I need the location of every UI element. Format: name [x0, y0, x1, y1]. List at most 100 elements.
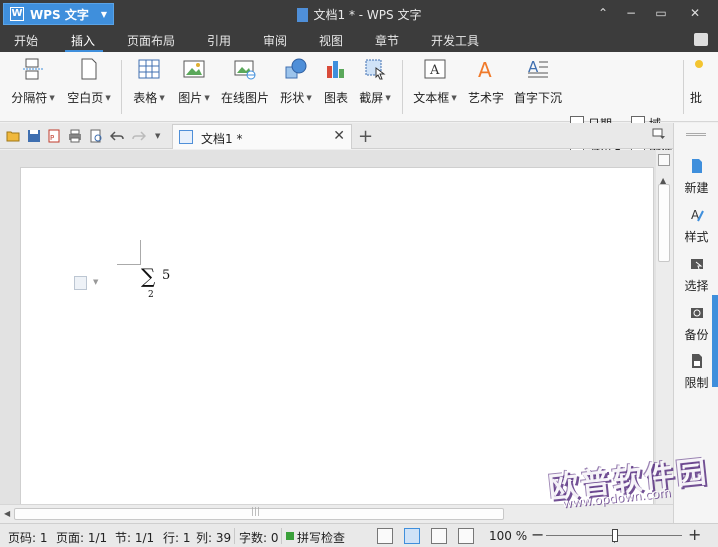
margin-corner-mark [140, 240, 141, 265]
ribbon-separator [402, 60, 403, 114]
pane-handle-icon[interactable] [686, 133, 706, 136]
screenshot-button[interactable]: 截屏 ▼ [356, 58, 394, 116]
restore-icon: ▭ [655, 6, 667, 20]
task-pane-collapse-handle[interactable] [712, 295, 718, 387]
print-preview-icon[interactable] [89, 129, 103, 143]
save-icon[interactable] [27, 129, 41, 143]
status-page-code[interactable]: 页码: 1 [8, 529, 48, 546]
tab-review[interactable]: 审阅 [263, 32, 287, 49]
zoom-level[interactable]: 100 % [489, 529, 527, 543]
style-icon: A [691, 208, 704, 222]
shape-label: 形状 [280, 91, 305, 105]
vertical-scroll-thumb[interactable] [658, 184, 670, 262]
textbox-label: 文本框 [413, 91, 450, 105]
taskpane-item-style[interactable]: A 样式 [674, 207, 718, 245]
chart-icon [327, 61, 344, 78]
status-page[interactable]: 页面: 1/1 [56, 529, 107, 546]
online-picture-label: 在线图片 [220, 91, 269, 105]
tab-list-icon[interactable] [652, 128, 666, 140]
page-break-icon [23, 58, 43, 80]
tab-view[interactable]: 视图 [319, 32, 343, 49]
export-pdf-icon[interactable]: P [47, 129, 61, 143]
online-picture-button[interactable]: 在线图片 [220, 58, 270, 116]
page-view-icon[interactable] [404, 528, 420, 544]
tab-references[interactable]: 引用 [207, 32, 231, 49]
backup-icon [690, 308, 703, 318]
tab-chapter[interactable]: 章节 [375, 32, 399, 49]
page-break-label: 分隔符 [11, 91, 48, 105]
status-row[interactable]: 行: 1 [163, 529, 191, 546]
grip-icon: ||| [251, 507, 261, 517]
tab-insert[interactable]: 插入 [71, 32, 95, 49]
minimize-button[interactable]: − [620, 4, 642, 22]
table-icon [138, 59, 160, 79]
restore-button[interactable]: ▭ [650, 4, 672, 22]
blank-page-label: 空白页 [67, 91, 104, 105]
taskpane-item-select[interactable]: 选择 [674, 256, 718, 294]
status-column[interactable]: 列: 39 [196, 529, 231, 546]
outline-view-icon[interactable] [431, 528, 447, 544]
formula-lower-limit[interactable]: 2 [148, 290, 154, 300]
full-screen-view-icon[interactable] [377, 528, 393, 544]
picture-icon [183, 60, 205, 78]
wordart-button[interactable]: A 艺术字 [466, 58, 506, 116]
restrict-document-icon [691, 354, 702, 368]
scroll-left-icon[interactable]: ◀ [4, 509, 10, 518]
status-section[interactable]: 节: 1/1 [115, 529, 154, 546]
tab-home[interactable]: 开始 [14, 32, 38, 49]
status-separator [281, 528, 282, 544]
skin-icon[interactable] [694, 33, 708, 46]
svg-text:A: A [429, 63, 440, 78]
formula-upper-limit[interactable]: 5 [162, 268, 170, 283]
spell-check-toggle[interactable]: 拼写检查 [297, 529, 345, 546]
print-icon[interactable] [68, 129, 82, 143]
paragraph-layout-icon[interactable] [74, 276, 87, 290]
chart-button[interactable]: 图表 [322, 58, 350, 116]
close-icon: ✕ [689, 6, 701, 20]
horizontal-scroll-thumb[interactable]: ||| [14, 507, 504, 520]
page-break-button[interactable]: 分隔符 ▼ [8, 58, 58, 116]
new-document-icon [691, 159, 702, 173]
chevron-down-icon: ▼ [451, 94, 457, 102]
svg-text:A: A [478, 58, 492, 80]
select-icon [690, 259, 703, 270]
wordart-label: 艺术字 [467, 91, 504, 105]
picture-label: 图片 [178, 91, 203, 105]
drop-cap-label: 首字下沉 [513, 91, 562, 105]
open-folder-icon[interactable] [6, 129, 20, 143]
online-picture-icon [234, 60, 256, 80]
document-tab-title: 文档1 * [201, 132, 243, 146]
drop-cap-button[interactable]: A 首字下沉 [512, 58, 564, 116]
redo-icon[interactable] [132, 129, 146, 143]
split-view-icon[interactable] [658, 154, 670, 166]
ribbon-separator [121, 60, 122, 114]
tab-developer[interactable]: 开发工具 [431, 32, 479, 49]
taskpane-item-new[interactable]: 新建 [674, 158, 718, 196]
minimize-icon: − [625, 6, 637, 20]
textbox-button[interactable]: A 文本框 ▼ [410, 58, 460, 116]
new-tab-icon[interactable]: + [358, 126, 373, 147]
chart-label: 图表 [323, 91, 348, 105]
title-bar: W WPS 文字 ▼ 文档1 * - WPS 文字 ⌃ − ▭ ✕ [0, 0, 718, 28]
status-word-count[interactable]: 字数: 0 [239, 529, 279, 546]
blank-page-button[interactable]: 空白页 ▼ [64, 58, 114, 116]
undo-icon[interactable] [110, 129, 124, 143]
screenshot-icon [365, 59, 386, 80]
close-tab-icon[interactable]: ✕ [333, 128, 345, 144]
shape-button[interactable]: 形状 ▼ [277, 58, 315, 116]
picture-button[interactable]: 图片 ▼ [175, 58, 213, 116]
annotation-button[interactable]: 批 [690, 58, 718, 116]
annotation-icon [695, 60, 703, 68]
web-view-icon[interactable] [458, 528, 474, 544]
ribbon-separator [683, 60, 684, 114]
chevron-down-icon[interactable]: ▼ [93, 278, 98, 286]
document-tab[interactable]: 文档1 * ✕ [172, 124, 352, 149]
taskpane-item-label: 选择 [684, 279, 709, 293]
close-button[interactable]: ✕ [684, 4, 706, 22]
ribbon-insert: 分隔符 ▼ 空白页 ▼ 表格 ▼ 图片 ▼ 在线图片 形状 ▼ 图表 截屏 ▼ A 文本框 ▼… [0, 52, 718, 159]
table-button[interactable]: 表格 ▼ [130, 58, 168, 116]
formula-summation-symbol[interactable]: ∑ [141, 264, 155, 288]
tab-page-layout[interactable]: 页面布局 [127, 32, 175, 49]
collapse-ribbon-button[interactable]: ⌃ [592, 4, 614, 22]
customize-toolbar-icon[interactable]: ▼ [155, 132, 169, 146]
